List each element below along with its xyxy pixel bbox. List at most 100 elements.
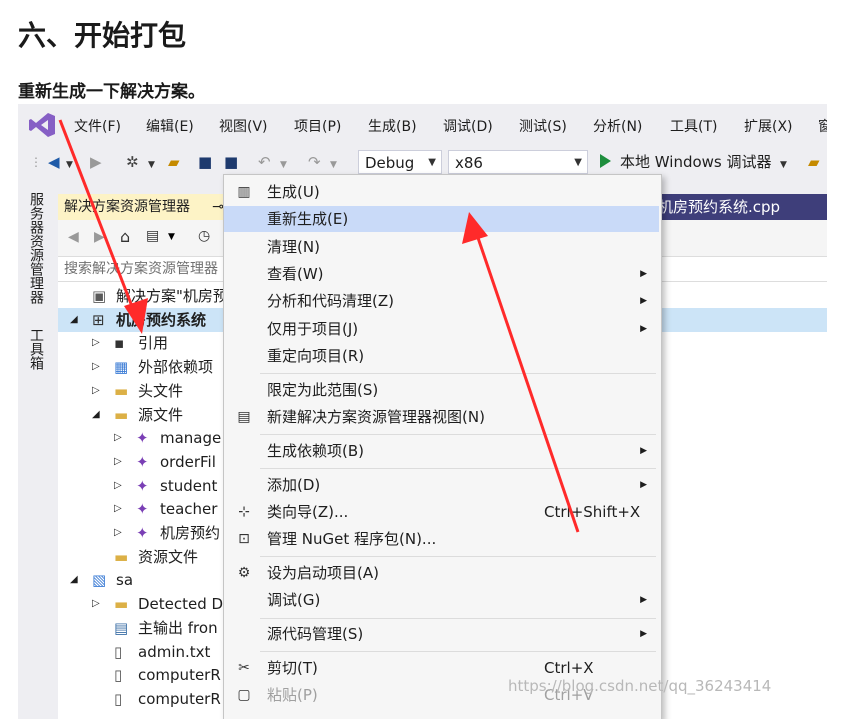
solution-explorer-title: 解决方案资源管理器 [64,199,190,215]
menu-window[interactable]: 窗 [818,116,827,136]
tree-item-label: computerR [138,666,221,685]
tree-item-label: 资源文件 [138,547,199,566]
home-icon[interactable]: ⌂ [120,227,130,246]
context-menu-item[interactable]: 重定向项目(R) [224,343,659,369]
forward-icon[interactable]: ▶ [94,229,105,245]
back-dropdown-icon[interactable]: ▼ [66,156,73,174]
visual-studio-logo-icon[interactable] [28,112,56,138]
redo-dropdown-icon[interactable]: ▼ [330,156,337,174]
save-all-icon[interactable]: ■ [224,153,238,171]
project-context-menu: ▥ 生成(U) 重新生成(E) 清理(N) 查看(W) ▶ 分析和代码清理(Z) ▶ 仅用于项目… [223,174,662,719]
find-in-files-icon[interactable]: ▰ [808,153,820,171]
expand-arrow-icon[interactable]: ▷ [92,331,100,355]
paste-icon: ▢ [237,687,251,704]
context-menu-item[interactable]: ⊹ 类向导(Z)... Ctrl+Shift+X [224,499,659,525]
undo-dropdown-icon[interactable]: ▼ [280,156,287,174]
expand-arrow-icon[interactable]: ▷ [92,592,100,616]
start-debugging-label[interactable]: 本地 Windows 调试器 [620,153,772,171]
context-menu-item[interactable]: 限定为此范围(S) [224,377,659,403]
menu-view[interactable]: 视图(V) [219,116,268,136]
ide-screenshot: 文件(F) 编辑(E) 视图(V) 项目(P) 生成(B) 调试(D) 测试(S… [18,104,827,719]
context-menu-item[interactable]: 查看(W) ▶ [224,261,659,287]
context-menu-item-label: 源代码管理(S) [267,625,364,643]
document-tab[interactable]: 机房预约系统.cpp [658,194,827,220]
new-item-dropdown-icon[interactable]: ▼ [148,156,155,174]
chevron-down-icon: ▼ [574,157,582,168]
expand-arrow-icon[interactable]: ▷ [92,355,100,379]
open-folder-icon[interactable]: ▰ [168,153,180,171]
expand-arrow-icon[interactable]: ▷ [114,521,122,545]
submenu-arrow-icon: ▶ [640,595,647,606]
context-menu-item-label: 管理 NuGet 程序包(N)... [267,530,437,549]
expand-arrow-icon[interactable]: ▷ [114,426,122,450]
switch-views-dropdown-icon[interactable]: ▼ [168,232,175,242]
server-explorer-tab[interactable]: 服务器资源管理器 [28,192,46,304]
pending-changes-icon[interactable]: ◷ [198,228,210,244]
toolbar-grip-icon[interactable]: ⋮ [30,153,42,171]
submenu-arrow-icon: ▶ [640,479,647,490]
collapse-arrow-icon[interactable]: ◢ [70,308,78,332]
toolbox-tab[interactable]: 工具箱 [28,328,46,370]
context-menu-item[interactable]: ⚙ 设为启动项目(A) [224,560,659,586]
tree-item-label: Detected D [138,595,224,614]
expand-arrow-icon[interactable]: ▷ [114,497,122,521]
tree-item-label: 主输出 fron [138,618,218,637]
menu-tools[interactable]: 工具(T) [670,116,717,136]
menu-build[interactable]: 生成(B) [368,116,417,136]
undo-icon[interactable]: ↶ [258,153,271,171]
project-icon: ⊞ [92,310,105,329]
tree-item-label: student [160,476,218,495]
context-menu-item[interactable]: 调试(G) ▶ [224,587,659,613]
context-menu-item-label: 添加(D) [267,475,321,494]
solution-configuration-select[interactable]: Debug ▼ [358,150,442,174]
menu-analyze[interactable]: 分析(N) [593,116,642,136]
context-menu-item[interactable]: 生成依赖项(B) ▶ [224,438,659,464]
redo-icon[interactable]: ↷ [308,153,321,171]
menu-edit[interactable]: 编辑(E) [146,116,194,136]
expand-arrow-icon[interactable]: ▷ [92,379,100,403]
menu-separator [260,434,656,436]
collapse-arrow-icon[interactable]: ◢ [70,568,78,592]
context-menu-item-label: 限定为此范围(S) [267,380,379,399]
tree-item-label: 外部依赖项 [138,358,214,377]
menu-separator [260,617,656,619]
context-menu-item[interactable]: ▥ 生成(U) [224,179,659,205]
class-wizard-icon: ⊹ [238,503,250,520]
context-menu-item[interactable]: 清理(N) [224,234,659,260]
context-menu-item[interactable]: ▤ 新建解决方案资源管理器视图(N) [224,404,659,430]
solution-platform-select[interactable]: x86 ▼ [448,150,588,174]
back-icon[interactable]: ◀ [68,229,79,245]
text-file-icon: ▯ [114,642,123,661]
context-menu-item-label: 粘贴(P) [267,686,318,705]
menu-project[interactable]: 项目(P) [294,116,341,136]
context-menu-item[interactable]: 源代码管理(S) ▶ [224,621,659,647]
menu-bar: 文件(F) 编辑(E) 视图(V) 项目(P) 生成(B) 调试(D) 测试(S… [18,104,827,144]
debug-target-dropdown-icon[interactable]: ▼ [780,156,787,174]
chevron-down-icon: ▼ [428,157,436,168]
context-menu-item[interactable]: 仅用于项目(J) ▶ [224,316,659,342]
menu-file[interactable]: 文件(F) [74,116,121,136]
switch-views-icon[interactable]: ▤ [146,228,159,244]
menu-debug[interactable]: 调试(D) [443,116,493,136]
cpp-file-icon: ✦ [136,524,149,542]
solution-configuration-value: Debug [365,154,415,172]
menu-test[interactable]: 测试(S) [519,116,567,136]
menu-extensions[interactable]: 扩展(X) [744,116,793,136]
start-debugging-icon[interactable] [600,154,611,168]
context-menu-item[interactable]: 分析和代码清理(Z) ▶ [224,288,659,314]
new-item-icon[interactable]: ✲ [126,153,139,171]
collapse-arrow-icon[interactable]: ◢ [92,403,100,427]
tree-item-label: orderFil [160,452,216,471]
menu-separator [260,373,656,375]
expand-arrow-icon[interactable]: ▷ [114,474,122,498]
expand-arrow-icon[interactable]: ▷ [114,450,122,474]
context-menu-item[interactable]: ⊡ 管理 NuGet 程序包(N)... [224,526,659,552]
forward-icon[interactable]: ▶ [90,153,102,171]
tree-item-label: 源文件 [138,405,184,424]
context-menu-item[interactable]: 重新生成(E) [224,206,659,233]
context-menu-item[interactable]: 添加(D) ▶ [224,472,659,498]
save-icon[interactable]: ■ [198,153,212,171]
submenu-arrow-icon: ▶ [640,445,647,456]
back-icon[interactable]: ◀ [48,153,60,171]
context-menu-item-label: 生成(U) [267,183,320,201]
